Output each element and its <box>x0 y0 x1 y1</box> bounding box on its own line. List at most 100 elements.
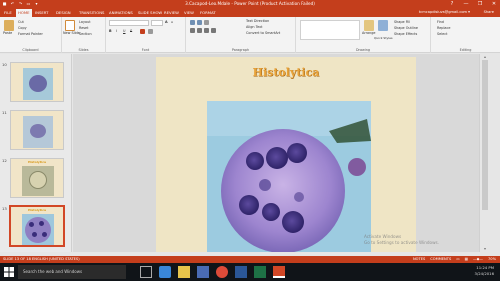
slide-thumbnail[interactable]: Histolytica <box>10 158 64 198</box>
italic-button[interactable]: I <box>116 29 117 34</box>
reset-button[interactable]: Reset <box>79 26 88 31</box>
vertical-scrollbar[interactable]: ▴ ▾ <box>479 54 489 252</box>
text-direction-button[interactable]: Text Direction <box>246 19 269 24</box>
shape-effects-button[interactable]: Shape Effects <box>394 32 417 37</box>
taskbar-search[interactable]: Search the web and Windows <box>18 265 126 279</box>
layout-button[interactable]: Layout <box>79 20 91 25</box>
zoom-slider[interactable]: —◆— <box>473 256 483 263</box>
copy-button[interactable]: Copy <box>18 26 27 31</box>
share-button[interactable]: Share <box>484 9 494 16</box>
windows-start-icon[interactable] <box>4 267 14 277</box>
slide-title[interactable]: Histolytica <box>156 66 416 79</box>
tab-insert[interactable]: INSERT <box>33 9 50 17</box>
arrange-icon[interactable] <box>364 20 374 31</box>
activation-watermark: Activate Windows Go to Settings to activ… <box>364 234 439 246</box>
select-button[interactable]: Select <box>437 32 447 37</box>
nucleus-shape <box>29 222 34 227</box>
micrograph-image[interactable] <box>207 101 371 252</box>
restore-button[interactable]: ❐ <box>476 0 484 8</box>
section-button[interactable]: Section <box>79 32 92 37</box>
tab-home[interactable]: HOME <box>16 9 32 17</box>
taskbar: Search the web and Windows 11:24 PM 3/24… <box>0 263 500 281</box>
powerpoint-icon[interactable] <box>273 266 285 278</box>
excel-icon[interactable] <box>254 266 266 278</box>
numbering-icon[interactable] <box>197 20 202 25</box>
bullets-icon[interactable] <box>190 20 195 25</box>
new-slide-button[interactable]: New Slide <box>63 31 80 36</box>
slide-canvas[interactable]: Histolytica <box>156 57 416 252</box>
tab-review[interactable]: REVIEW <box>162 9 181 17</box>
edge-icon[interactable] <box>159 266 171 278</box>
tab-format[interactable]: FORMAT <box>198 9 218 17</box>
slide-thumbnail-selected[interactable]: Histolytica <box>10 206 64 246</box>
thumb-number: 11 <box>2 110 7 115</box>
replace-button[interactable]: Replace <box>437 26 450 31</box>
justify-icon[interactable] <box>211 28 216 33</box>
comments-button[interactable]: COMMENTS <box>430 256 451 263</box>
strikethrough-button[interactable]: S <box>130 29 132 34</box>
scrollbar-thumb[interactable] <box>482 60 488 210</box>
tab-slide-show[interactable]: SLIDE SHOW <box>136 9 164 17</box>
quick-styles-button[interactable]: Quick Styles <box>374 36 393 41</box>
drawing-label: Drawing <box>355 48 371 52</box>
cut-button[interactable]: Cut <box>18 20 24 25</box>
tab-transitions[interactable]: TRANSITIONS <box>77 9 106 17</box>
thumb-number: 12 <box>2 158 7 163</box>
shape-outline-button[interactable]: Shape Outline <box>394 26 418 31</box>
tab-view[interactable]: VIEW <box>182 9 196 17</box>
slide-edit-area[interactable]: Histolytica ▴ ▾ <box>73 54 489 252</box>
char-spacing-icon[interactable] <box>148 29 153 34</box>
scroll-down-icon[interactable]: ▾ <box>480 246 490 252</box>
normal-view-icon[interactable]: ▭ <box>456 256 459 263</box>
new-slide-icon[interactable] <box>65 20 75 31</box>
bold-button[interactable]: B <box>109 29 112 34</box>
zoom-level[interactable]: 70% <box>488 256 496 263</box>
clipboard-group: Paste Cut Copy Format Painter Clipboard <box>0 17 62 53</box>
font-name-box[interactable] <box>109 20 149 26</box>
font-size-box[interactable] <box>151 20 163 26</box>
nucleus-shape <box>39 221 44 226</box>
slide-thumbnail[interactable] <box>10 62 64 102</box>
align-right-icon[interactable] <box>204 28 209 33</box>
watermark-line2: Go to Settings to activate Windows. <box>364 240 440 245</box>
shape-fill-button[interactable]: Shape Fill <box>394 20 410 25</box>
font-color-icon[interactable] <box>140 29 145 34</box>
grow-font-button[interactable]: A <box>165 20 168 25</box>
paste-button[interactable]: Paste <box>3 31 12 36</box>
tab-file[interactable]: FILE <box>2 9 14 17</box>
explorer-icon[interactable] <box>178 266 190 278</box>
task-view-icon[interactable] <box>140 266 152 278</box>
convert-smartart-button[interactable]: Convert to SmartArt <box>246 31 280 36</box>
help-button[interactable]: ? <box>448 0 456 8</box>
slide-sorter-icon[interactable]: ▦ <box>465 256 468 263</box>
quick-styles-icon[interactable] <box>378 20 388 31</box>
paragraph-group: Text Direction Align Text Convert to Sma… <box>186 17 296 53</box>
align-left-icon[interactable] <box>190 28 195 33</box>
find-button[interactable]: Find <box>437 20 444 25</box>
align-center-icon[interactable] <box>197 28 202 33</box>
align-text-button[interactable]: Align Text <box>246 25 262 30</box>
word-icon[interactable] <box>235 266 247 278</box>
chrome-icon[interactable] <box>216 266 228 278</box>
paragraph-label: Paragraph <box>231 48 250 52</box>
tab-animations[interactable]: ANIMATIONS <box>107 9 135 17</box>
thumb-caption: Histolytica <box>27 208 47 212</box>
store-icon[interactable] <box>197 266 209 278</box>
tab-design[interactable]: DESIGN <box>54 9 73 17</box>
indent-icon[interactable] <box>204 20 209 25</box>
shapes-gallery[interactable] <box>300 20 360 40</box>
slide-thumbnail[interactable] <box>10 110 64 150</box>
clipboard-label: Clipboard <box>22 48 39 52</box>
minimize-button[interactable]: — <box>462 0 470 8</box>
system-tray[interactable]: 11:24 PM 3/24/2016 <box>475 265 494 277</box>
shrink-font-button[interactable]: A <box>171 20 173 25</box>
close-button[interactable]: ✕ <box>490 0 498 8</box>
format-painter-button[interactable]: Format Painter <box>18 32 43 37</box>
slide-thumbnail-pane[interactable]: 10 11 12 Histolytica 13 Histolytica <box>0 54 72 252</box>
paste-icon[interactable] <box>4 20 14 31</box>
notes-button[interactable]: NOTES <box>413 256 425 263</box>
underline-button[interactable]: U <box>123 29 125 34</box>
account-name[interactable]: tcmcapdisluvs@gmail.com ▾ <box>419 9 470 16</box>
ribbon-tabs: FILE HOME INSERT DESIGN TRANSITIONS ANIM… <box>0 8 500 17</box>
nucleus-shape <box>42 232 47 237</box>
